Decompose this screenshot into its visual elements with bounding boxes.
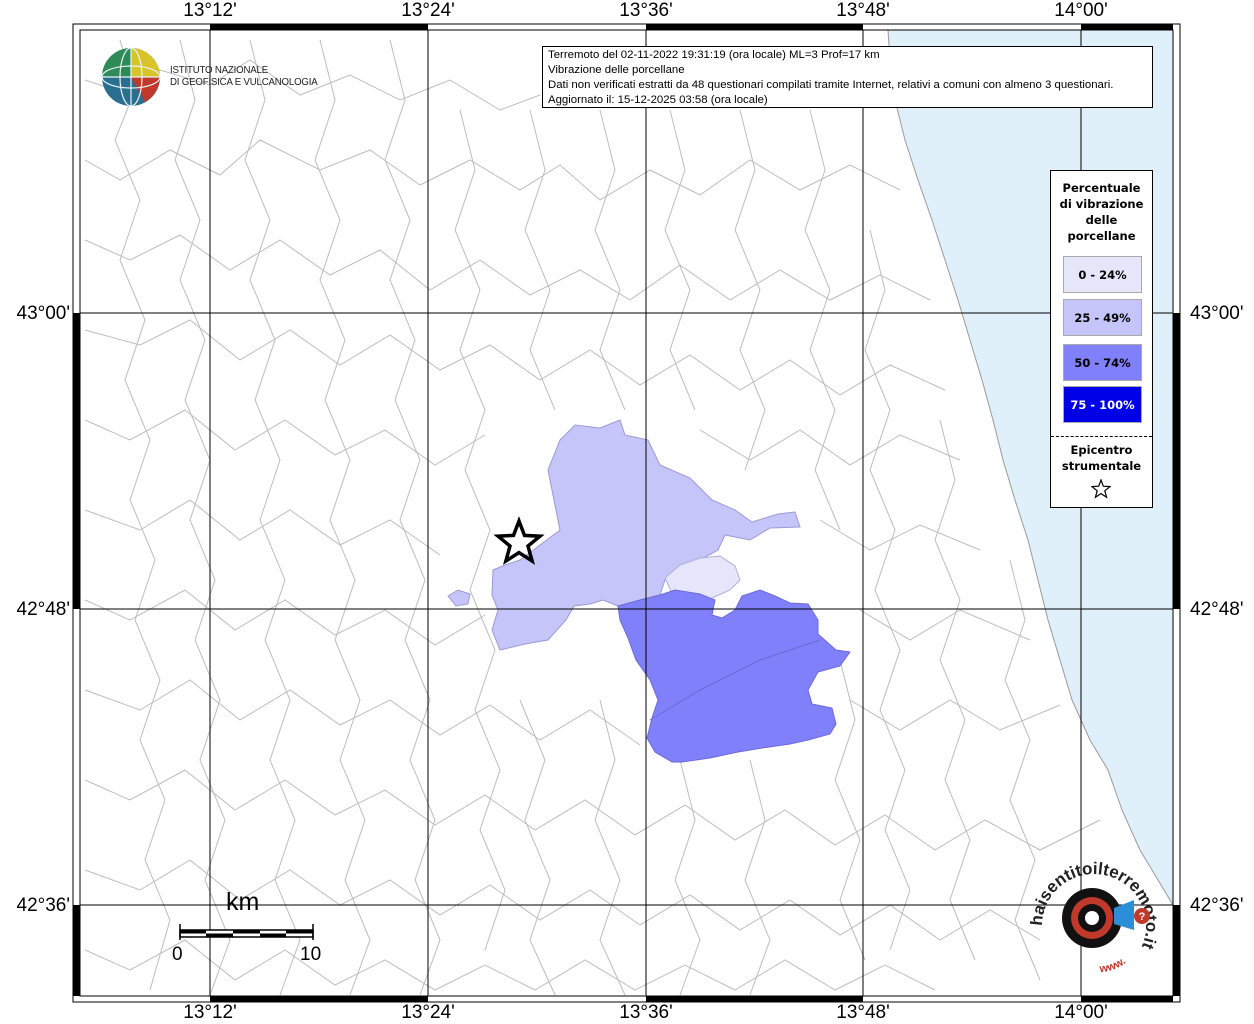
legend-title-line: Percentuale [1062,181,1141,195]
logo-line-2: DI GEOFISICA E VULCANOLOGIA [170,76,318,88]
scale-start-label: 0 [172,944,183,965]
lon-label-top-2: 13°24' [401,0,455,21]
svg-text:www.: www. [1098,955,1128,975]
area-50-74 [617,589,851,763]
legend-star-icon [1091,479,1111,499]
lon-label-bottom-4: 13°48' [836,1002,890,1023]
legend-title: Percentuale di vibrazione delle porcella… [1051,180,1152,244]
lon-label-top-4: 13°48' [836,0,890,21]
haisentito-url: www. [1098,955,1128,975]
scale-end-label: 10 [300,944,322,965]
event-info-line-3: Dati non verificati estratti da 48 quest… [548,79,1114,91]
lon-label-bottom-2: 13°24' [401,1002,455,1023]
lat-label-right-3: 42°36' [1190,895,1244,916]
lon-label-top-5: 14°00' [1054,0,1108,21]
lon-label-bottom-5: 14°00' [1054,1002,1108,1023]
ingv-logo-text: ISTITUTO NAZIONALE DI GEOFISICA E VULCAN… [170,64,318,88]
haisentito-logo: haisentitoilterremoto.it www. ? [1030,860,1158,975]
lat-label-right-2: 42°48' [1190,599,1244,620]
lat-label-right-1: 43°00' [1190,303,1244,324]
legend-title-line: porcellane [1067,229,1136,243]
lon-label-bottom-3: 13°36' [619,1002,673,1023]
legend-epicenter-label: Epicentro strumentale [1051,442,1152,474]
legend-class-0-24: 0 - 24% [1063,256,1142,293]
legend-class-50-74: 50 - 74% [1063,344,1142,381]
legend-class-25-49: 25 - 49% [1063,299,1142,336]
event-info-line-1: Terremoto del 02-11-2022 19:31:19 (ora l… [548,49,880,61]
legend-epicenter-line: strumentale [1061,459,1142,473]
lat-label-left-3: 42°36' [16,895,71,916]
legend-divider [1051,436,1152,437]
legend: Percentuale di vibrazione delle porcella… [1050,170,1153,508]
legend-title-line: delle [1085,213,1118,227]
lon-label-top-1: 13°12' [183,0,237,21]
lon-label-bottom-1: 13°12' [183,1002,237,1023]
lon-label-top-3: 13°36' [619,0,673,21]
legend-epicenter-line: Epicentro [1070,443,1133,457]
logo-line-1: ISTITUTO NAZIONALE [170,64,268,76]
svg-text:?: ? [1139,911,1146,923]
event-info-line-4: Aggiornato il: 15-12-2025 03:58 (ora loc… [548,94,768,106]
event-info-line-2: Vibrazione delle porcellane [548,64,685,76]
lat-label-left-2: 42°48' [16,599,71,620]
legend-title-line: di vibrazione [1059,197,1144,211]
event-info-box: Terremoto del 02-11-2022 19:31:19 (ora l… [542,46,1153,108]
lat-label-left-1: 43°00' [16,303,71,324]
legend-class-75-100: 75 - 100% [1063,386,1142,423]
